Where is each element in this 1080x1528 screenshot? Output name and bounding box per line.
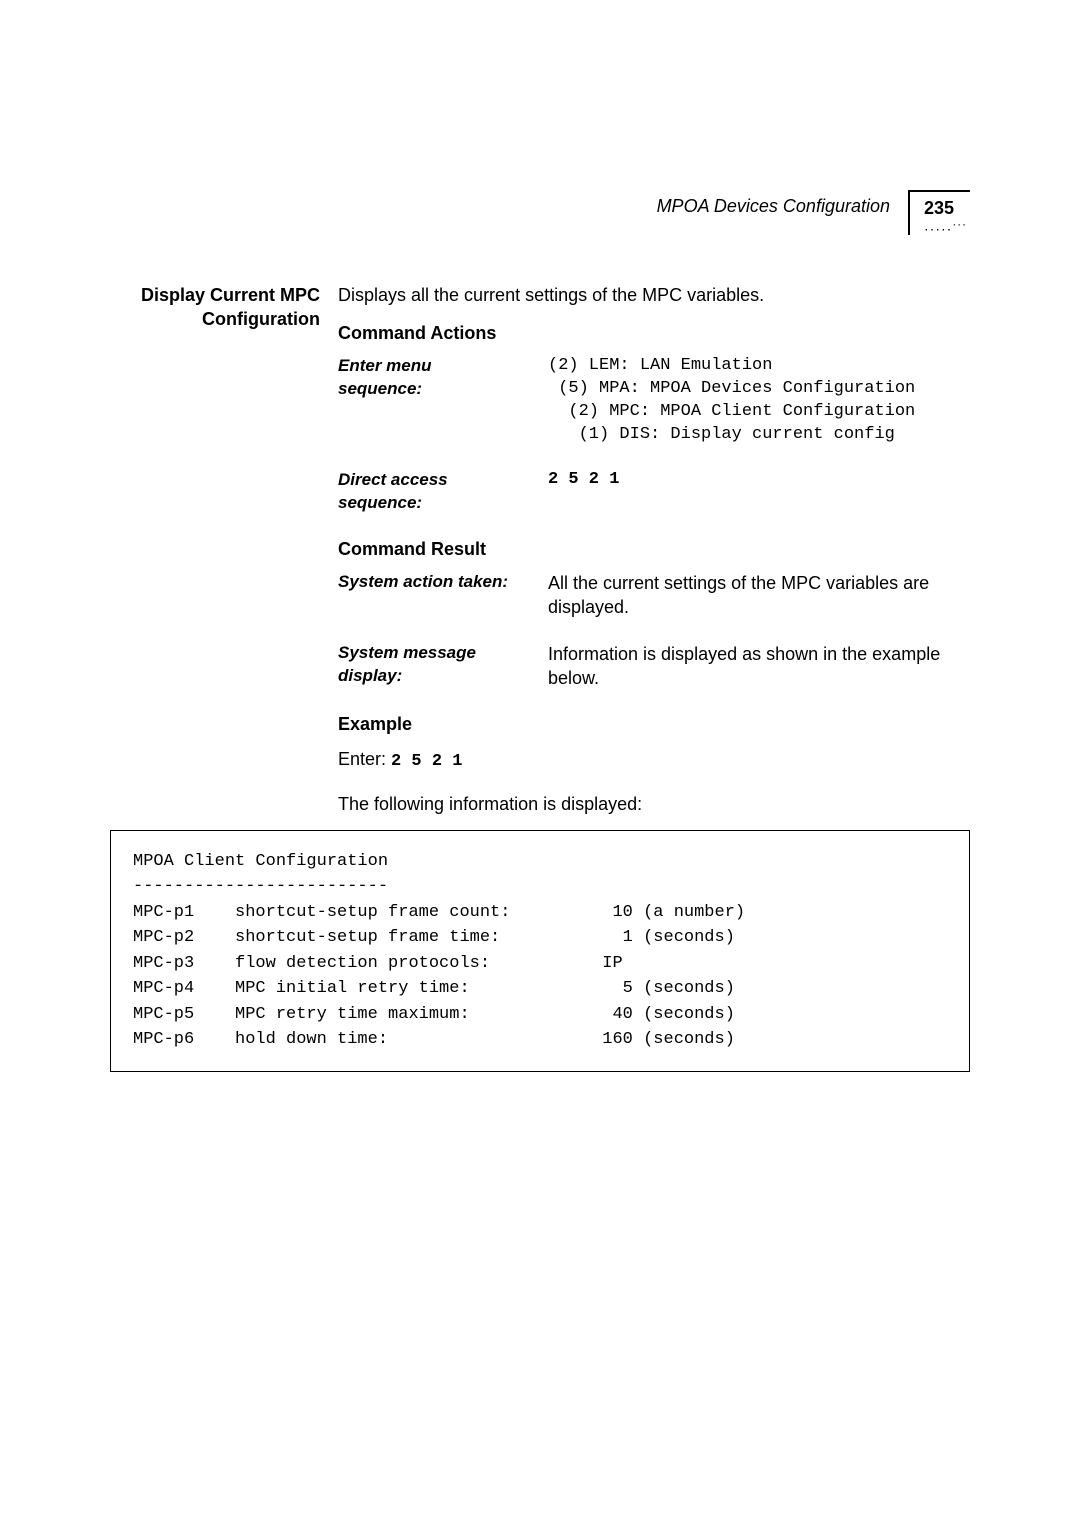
- example-title: Example: [338, 712, 970, 736]
- page-header: MPOA Devices Configuration 235 ········: [110, 190, 970, 235]
- decor-dots: ········: [924, 221, 968, 233]
- page-number: 235: [924, 198, 968, 219]
- intro-text: Displays all the current settings of the…: [338, 283, 970, 307]
- example-enter-prefix: Enter:: [338, 749, 391, 769]
- command-actions-title: Command Actions: [338, 321, 970, 345]
- direct-access-value: 2 5 2 1: [548, 469, 970, 492]
- side-heading: Display Current MPC Configuration: [110, 283, 320, 816]
- header-section-title: MPOA Devices Configuration: [657, 190, 890, 217]
- page-number-box: 235 ········: [908, 190, 970, 235]
- enter-menu-row: Enter menu sequence: (2) LEM: LAN Emulat…: [338, 355, 970, 447]
- example-following: The following information is displayed:: [338, 792, 970, 816]
- enter-menu-value: (2) LEM: LAN Emulation (5) MPA: MPOA Dev…: [548, 355, 970, 447]
- system-action-row: System action taken: All the current set…: [338, 571, 970, 620]
- direct-access-row: Direct access sequence: 2 5 2 1: [338, 469, 970, 515]
- example-enter-value: 2 5 2 1: [391, 752, 462, 771]
- direct-access-label: Direct access sequence:: [338, 469, 518, 515]
- system-message-row: System message display: Information is d…: [338, 642, 970, 691]
- command-result-title: Command Result: [338, 537, 970, 561]
- system-action-text: All the current settings of the MPC vari…: [548, 571, 970, 620]
- example-enter-line: Enter: 2 5 2 1: [338, 747, 970, 774]
- enter-menu-label: Enter menu sequence:: [338, 355, 518, 401]
- content-column: Displays all the current settings of the…: [338, 283, 970, 816]
- system-message-text: Information is displayed as shown in the…: [548, 642, 970, 691]
- system-action-label: System action taken:: [338, 571, 518, 594]
- example-output-box: MPOA Client Configuration --------------…: [110, 830, 970, 1072]
- system-message-label: System message display:: [338, 642, 518, 688]
